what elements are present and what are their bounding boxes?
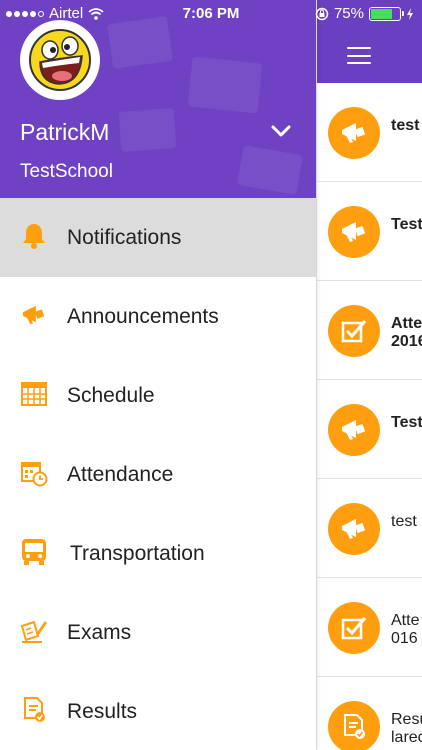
notification-title: test bbox=[391, 513, 417, 530]
drawer-header: PatrickM TestSchool bbox=[0, 0, 316, 198]
megaphone-icon bbox=[328, 404, 380, 456]
notification-row[interactable]: Test bbox=[317, 380, 422, 479]
exam-icon bbox=[20, 617, 48, 645]
notification-title: Resu larec bbox=[391, 711, 422, 746]
menu-label: Announcements bbox=[67, 304, 219, 328]
menu-label: Attendance bbox=[67, 462, 174, 486]
bell-icon bbox=[20, 222, 48, 250]
header-pattern bbox=[187, 56, 263, 114]
notifications-screen: test Test Atte 2016 Test test bbox=[316, 0, 422, 750]
menu-item-results[interactable]: Results bbox=[0, 672, 316, 750]
hamburger-menu-icon[interactable] bbox=[347, 47, 371, 64]
notification-row[interactable]: test bbox=[317, 83, 422, 182]
menu-label: Transportation bbox=[70, 541, 205, 565]
notification-row[interactable]: test bbox=[317, 479, 422, 578]
status-bar: Airtel 7:06 PM 75% bbox=[0, 0, 422, 28]
menu-item-notifications[interactable]: Notifications bbox=[0, 198, 316, 277]
charging-icon bbox=[407, 7, 413, 20]
drawer-menu: Notifications Announcements Schedule Att… bbox=[0, 198, 316, 750]
menu-label: Schedule bbox=[67, 383, 155, 407]
notification-title: Atte 2016 bbox=[391, 315, 422, 350]
menu-item-exams[interactable]: Exams bbox=[0, 593, 316, 672]
school-name: TestSchool bbox=[20, 161, 113, 182]
header-pattern bbox=[236, 145, 304, 195]
megaphone-icon bbox=[328, 206, 380, 258]
notification-row[interactable]: Atte 016 bbox=[317, 578, 422, 677]
battery-percent: 75% bbox=[333, 5, 364, 22]
notification-title: Test bbox=[391, 216, 422, 233]
results-icon bbox=[328, 701, 380, 750]
results-icon bbox=[20, 696, 48, 724]
avatar[interactable] bbox=[20, 20, 100, 100]
menu-label: Results bbox=[67, 699, 138, 723]
notification-row[interactable]: Resu larec bbox=[317, 677, 422, 750]
calendar-icon bbox=[20, 380, 48, 408]
notification-title: Atte 016 bbox=[391, 612, 420, 647]
megaphone-icon bbox=[20, 301, 48, 329]
menu-item-attendance[interactable]: Attendance bbox=[0, 435, 316, 514]
menu-item-schedule[interactable]: Schedule bbox=[0, 356, 316, 435]
laughing-face-icon bbox=[29, 29, 91, 91]
battery-icon bbox=[369, 6, 404, 21]
menu-label: Notifications bbox=[67, 225, 182, 249]
menu-label: Exams bbox=[67, 620, 132, 644]
menu-item-announcements[interactable]: Announcements bbox=[0, 277, 316, 356]
bus-icon bbox=[20, 538, 48, 566]
header-pattern bbox=[118, 108, 177, 152]
megaphone-icon bbox=[328, 503, 380, 555]
menu-item-transportation[interactable]: Transportation bbox=[0, 514, 316, 593]
navigation-drawer: PatrickM TestSchool Notifications Announ… bbox=[0, 0, 316, 750]
calendar-clock-icon bbox=[20, 459, 48, 487]
battery-info: 75% bbox=[315, 5, 414, 22]
checkbox-icon bbox=[328, 602, 380, 654]
notification-title: Test bbox=[391, 414, 422, 431]
notification-title: test bbox=[391, 117, 420, 134]
notification-row[interactable]: Atte 2016 bbox=[317, 281, 422, 380]
notification-row[interactable]: Test bbox=[317, 182, 422, 281]
user-name: PatrickM bbox=[20, 119, 110, 145]
megaphone-icon bbox=[328, 107, 380, 159]
checkbox-icon bbox=[328, 305, 380, 357]
notification-list: test Test Atte 2016 Test test bbox=[317, 83, 422, 750]
chevron-down-icon[interactable] bbox=[267, 120, 295, 142]
rotation-lock-icon bbox=[315, 7, 329, 20]
